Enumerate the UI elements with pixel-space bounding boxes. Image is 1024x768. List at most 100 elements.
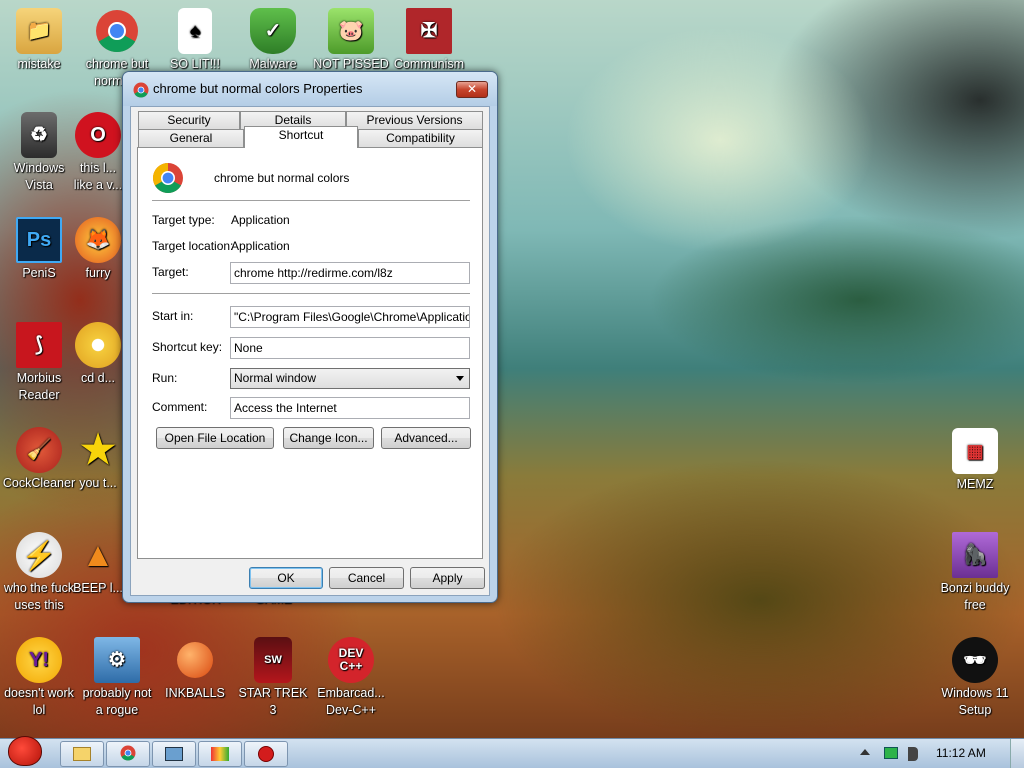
desktop-icon-so-lit[interactable]: ♠ SO LIT!!! (156, 8, 234, 73)
star-wars-icon: SW (254, 637, 292, 683)
desktop-icon-rogue[interactable]: ⚙ probably not a rogue (78, 637, 156, 719)
angry-bird-start-icon (8, 736, 42, 766)
desktop-icon-star-trek[interactable]: SW STAR TREK 3 (234, 637, 312, 719)
tab-general[interactable]: General (138, 129, 244, 148)
open-file-location-button[interactable]: Open File Location (156, 427, 274, 449)
target-input[interactable]: chrome http://redirme.com/l8z (230, 262, 470, 284)
chrome-icon (120, 745, 136, 764)
target-location-value: Application (231, 239, 290, 253)
close-icon: ✕ (466, 82, 478, 96)
media-center-icon (165, 747, 183, 761)
yahoo-icon: Y! (16, 637, 62, 683)
tab-shortcut[interactable]: Shortcut (244, 126, 358, 148)
firefox-icon: 🦊 (75, 217, 121, 263)
desktop-icon-windows-11-setup[interactable]: 🕶 Windows 11 Setup (936, 637, 1014, 719)
desktop-icon-inkballs[interactable]: INKBALLS (156, 637, 234, 702)
broom-icon: 🧹 (16, 427, 62, 473)
desktop-icon-bonzi[interactable]: 🦍 Bonzi buddy free (936, 532, 1014, 614)
start-in-input[interactable]: "C:\Program Files\Google\Chrome\Applicat… (230, 306, 470, 328)
vlc-icon: ▲ (81, 535, 115, 574)
devcpp-icon: DEV C++ (328, 637, 374, 683)
spy-icon: 🕶 (952, 637, 998, 683)
desktop-icon-mistake[interactable]: 📁 mistake (0, 8, 78, 73)
stop-icon (258, 746, 274, 762)
dialog-client-area: Security Details Previous Versions Gener… (130, 106, 490, 596)
taskbar-explorer[interactable] (60, 741, 104, 767)
tray-expand-icon[interactable] (860, 749, 870, 755)
desktop-icon-cockcleaner[interactable]: 🧹 CockCleaner (0, 427, 78, 492)
tab-security[interactable]: Security (138, 111, 240, 130)
dialog-title: chrome but normal colors Properties (153, 81, 363, 96)
eagle-icon: ✠ (406, 8, 452, 54)
chrome-icon (94, 8, 140, 54)
shortcut-key-input[interactable]: None (230, 337, 470, 359)
ink-ball-icon (177, 642, 213, 678)
desktop-icon-windows-vista[interactable]: ♻ Windows Vista (0, 112, 78, 194)
desktop-icon-opera[interactable]: O this l... like a v... (70, 112, 126, 194)
shortcut-key-label: Shortcut key: (152, 340, 223, 354)
desktop-icon-morbius-reader[interactable]: ⟆ Morbius Reader (0, 322, 78, 404)
target-label: Target: (152, 265, 189, 279)
desktop-icon-cd[interactable]: cd d... (70, 322, 126, 387)
cd-icon (75, 322, 121, 368)
tab-previous-versions[interactable]: Previous Versions (346, 111, 483, 130)
close-button[interactable]: ✕ (456, 81, 488, 98)
change-icon-button[interactable]: Change Icon... (283, 427, 374, 449)
grid-apps-icon: ▦ (952, 428, 998, 474)
separator (152, 293, 470, 294)
target-type-label: Target type: (152, 213, 215, 227)
desktop-icon-beep[interactable]: ▲ BEEP l... (70, 532, 126, 597)
separator (152, 200, 470, 201)
taskbar-paint[interactable] (198, 741, 242, 767)
desktop-icon-not-pissed[interactable]: 🐷 NOT PISSED (312, 8, 390, 73)
desktop-icon-doesnt-work[interactable]: Y! doesn't work lol (0, 637, 78, 719)
taskbar-chrome[interactable] (106, 741, 150, 767)
folder-icon: 📁 (16, 8, 62, 54)
target-location-label: Target location: (152, 239, 234, 253)
bonzi-icon: 🦍 (952, 532, 998, 578)
star-icon: ★ (80, 427, 116, 472)
apply-button[interactable]: Apply (410, 567, 485, 589)
desktop-icon-memz[interactable]: ▦ MEMZ (936, 428, 1014, 493)
taskbar: 11:12 AM (0, 736, 1024, 768)
desktop-icon-penis[interactable]: Ps PeniS (0, 217, 78, 282)
show-desktop-button[interactable] (1010, 739, 1024, 768)
cards-icon: ♠ (178, 8, 212, 54)
paint-icon (211, 747, 229, 761)
desktop-icon-devcpp[interactable]: DEV C++ Embarcad... Dev-C++ (312, 637, 390, 719)
shield-check-icon: ✓ (250, 8, 296, 54)
network-icon[interactable] (884, 747, 898, 759)
run-label: Run: (152, 371, 178, 385)
advanced-button[interactable]: Advanced... (381, 427, 471, 449)
ok-button[interactable]: OK (249, 567, 323, 589)
dialog-titlebar[interactable]: chrome but normal colors Properties ✕ (123, 72, 497, 106)
comment-label: Comment: (152, 400, 208, 414)
monitor-gears-icon: ⚙ (94, 637, 140, 683)
taskbar-media-center[interactable] (152, 741, 196, 767)
photoshop-icon: Ps (16, 217, 62, 263)
desktop-icon-malware[interactable]: ✓ Malware (234, 8, 312, 73)
chevron-down-icon (456, 376, 464, 381)
desktop-icon-you-t[interactable]: ★ you t... (70, 427, 126, 492)
clock[interactable]: 11:12 AM (936, 746, 986, 760)
shortcut-name: chrome but normal colors (214, 171, 350, 185)
recycle-bin-icon: ♻ (21, 112, 57, 158)
taskbar-stop[interactable] (244, 741, 288, 767)
target-type-value: Application (231, 213, 290, 227)
run-select[interactable]: Normal window (230, 368, 470, 389)
lightning-icon: ⚡ (16, 532, 62, 578)
cancel-button[interactable]: Cancel (329, 567, 404, 589)
start-in-label: Start in: (152, 309, 194, 323)
desktop-icon-who-uses-this[interactable]: ⚡ who the fuck uses this (0, 532, 78, 614)
properties-dialog: chrome but normal colors Properties ✕ Se… (122, 71, 498, 603)
start-button[interactable] (2, 733, 48, 768)
shortcut-chrome-icon (152, 162, 184, 197)
volume-icon[interactable] (908, 747, 918, 761)
comment-input[interactable]: Access the Internet (230, 397, 470, 419)
chrome-small-icon (133, 82, 149, 98)
shortcut-panel: chrome but normal colors Target type: Ap… (137, 147, 483, 559)
desktop-icon-furry[interactable]: 🦊 furry (70, 217, 126, 282)
tab-compatibility[interactable]: Compatibility (358, 129, 483, 148)
desktop-icon-communism[interactable]: ✠ Communism (390, 8, 468, 73)
pdf-icon: ⟆ (16, 322, 62, 368)
